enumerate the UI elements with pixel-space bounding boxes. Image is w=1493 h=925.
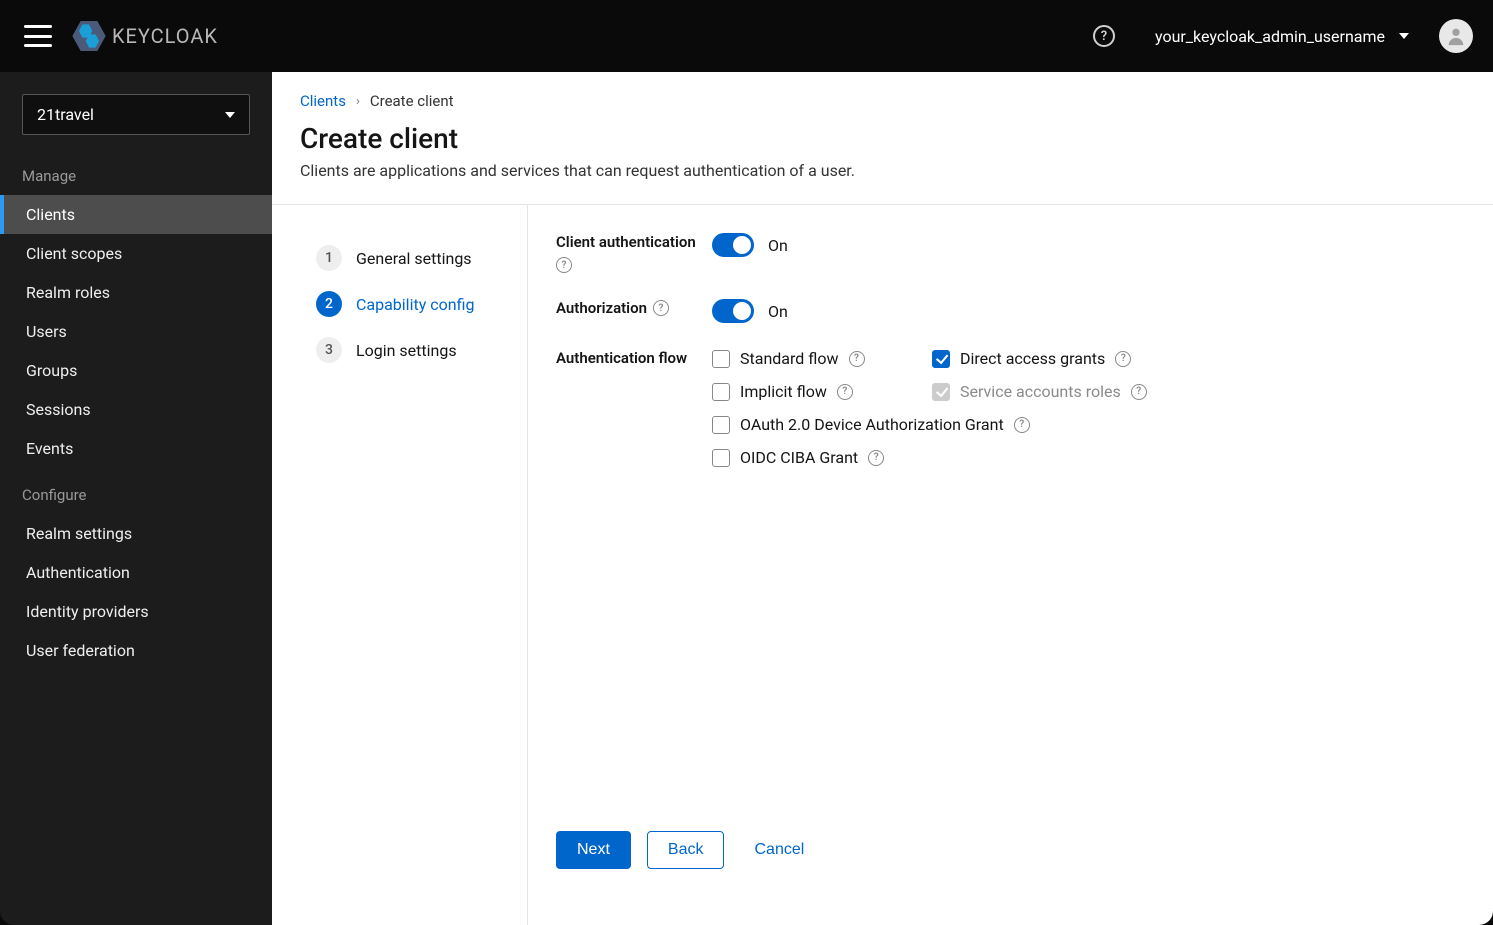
wizard-nav: 1 General settings 2 Capability config 3…	[292, 205, 528, 925]
chevron-down-icon	[225, 112, 235, 118]
sidebar-item-user-federation[interactable]: User federation	[0, 631, 272, 670]
sidebar-item-identity-providers[interactable]: Identity providers	[0, 592, 272, 631]
standard-flow-option[interactable]: Standard flow ?	[712, 349, 932, 368]
help-icon[interactable]: ?	[1131, 384, 1147, 400]
username: your_keycloak_admin_username	[1155, 27, 1385, 46]
client-authentication-value: On	[768, 236, 788, 255]
app-header: KEYCLOAK ? your_keycloak_admin_username	[0, 0, 1493, 72]
sidebar-item-sessions[interactable]: Sessions	[0, 390, 272, 429]
breadcrumb-current: Create client	[370, 92, 454, 110]
back-button[interactable]: Back	[647, 831, 725, 869]
authentication-flow-label: Authentication flow	[556, 349, 712, 367]
help-icon[interactable]: ?	[849, 351, 865, 367]
sidebar-item-clients[interactable]: Clients	[0, 195, 272, 234]
wizard-step-capability-config[interactable]: 2 Capability config	[316, 281, 527, 327]
breadcrumb: Clients › Create client	[272, 72, 1493, 116]
form-area: Client authentication ? On Authorization…	[528, 205, 1493, 925]
sidebar-item-realm-settings[interactable]: Realm settings	[0, 514, 272, 553]
implicit-flow-checkbox[interactable]	[712, 383, 730, 401]
wizard-step-login-settings[interactable]: 3 Login settings	[316, 327, 527, 373]
authorization-toggle[interactable]	[712, 299, 754, 323]
chevron-right-icon: ›	[356, 94, 360, 109]
logo-text: KEYCLOAK	[112, 24, 218, 48]
wizard-step-number: 1	[316, 245, 342, 271]
user-menu[interactable]: your_keycloak_admin_username	[1155, 27, 1409, 46]
sidebar-item-client-scopes[interactable]: Client scopes	[0, 234, 272, 273]
sidebar-item-authentication[interactable]: Authentication	[0, 553, 272, 592]
oidc-ciba-grant-option[interactable]: OIDC CIBA Grant ?	[712, 448, 1192, 467]
wizard-step-label: Login settings	[356, 341, 457, 360]
help-icon[interactable]: ?	[1014, 417, 1030, 433]
help-icon[interactable]: ?	[837, 384, 853, 400]
hamburger-icon[interactable]	[24, 25, 52, 47]
avatar[interactable]	[1439, 19, 1473, 53]
logo[interactable]: KEYCLOAK	[72, 21, 218, 51]
cancel-button[interactable]: Cancel	[740, 832, 818, 868]
wizard-step-number: 3	[316, 337, 342, 363]
nav-group-manage: Manage	[0, 149, 272, 195]
nav-group-configure: Configure	[0, 468, 272, 514]
wizard-actions: Next Back Cancel	[556, 811, 1453, 925]
sidebar-item-groups[interactable]: Groups	[0, 351, 272, 390]
service-accounts-roles-checkbox	[932, 383, 950, 401]
client-authentication-toggle[interactable]	[712, 233, 754, 257]
client-authentication-label: Client authentication ?	[556, 233, 712, 273]
help-icon[interactable]: ?	[868, 450, 884, 466]
implicit-flow-option[interactable]: Implicit flow ?	[712, 382, 932, 401]
realm-selector[interactable]: 21travel	[22, 94, 250, 135]
wizard-step-label: General settings	[356, 249, 472, 268]
next-button[interactable]: Next	[556, 831, 631, 869]
authorization-label: Authorization ?	[556, 299, 712, 317]
service-accounts-roles-option: Service accounts roles ?	[932, 382, 1192, 401]
page-title: Create client	[300, 122, 1465, 155]
authorization-value: On	[768, 302, 788, 321]
breadcrumb-parent[interactable]: Clients	[300, 92, 346, 110]
sidebar-item-events[interactable]: Events	[0, 429, 272, 468]
help-icon[interactable]: ?	[1093, 25, 1115, 47]
main-content: Clients › Create client Create client Cl…	[272, 72, 1493, 925]
oauth-device-grant-checkbox[interactable]	[712, 416, 730, 434]
sidebar-item-realm-roles[interactable]: Realm roles	[0, 273, 272, 312]
chevron-down-icon	[1399, 33, 1409, 39]
realm-selector-value: 21travel	[37, 105, 94, 124]
direct-access-grants-checkbox[interactable]	[932, 350, 950, 368]
wizard-step-number: 2	[316, 291, 342, 317]
sidebar: 21travel Manage Clients Client scopes Re…	[0, 72, 272, 925]
help-icon[interactable]: ?	[556, 257, 572, 273]
page-description: Clients are applications and services th…	[300, 161, 1465, 180]
direct-access-grants-option[interactable]: Direct access grants ?	[932, 349, 1192, 368]
standard-flow-checkbox[interactable]	[712, 350, 730, 368]
wizard-step-label: Capability config	[356, 295, 474, 314]
oidc-ciba-grant-checkbox[interactable]	[712, 449, 730, 467]
wizard-step-general-settings[interactable]: 1 General settings	[316, 235, 527, 281]
sidebar-item-users[interactable]: Users	[0, 312, 272, 351]
help-icon[interactable]: ?	[653, 300, 669, 316]
help-icon[interactable]: ?	[1115, 351, 1131, 367]
oauth-device-grant-option[interactable]: OAuth 2.0 Device Authorization Grant ?	[712, 415, 1192, 434]
keycloak-logo-icon	[72, 21, 106, 51]
